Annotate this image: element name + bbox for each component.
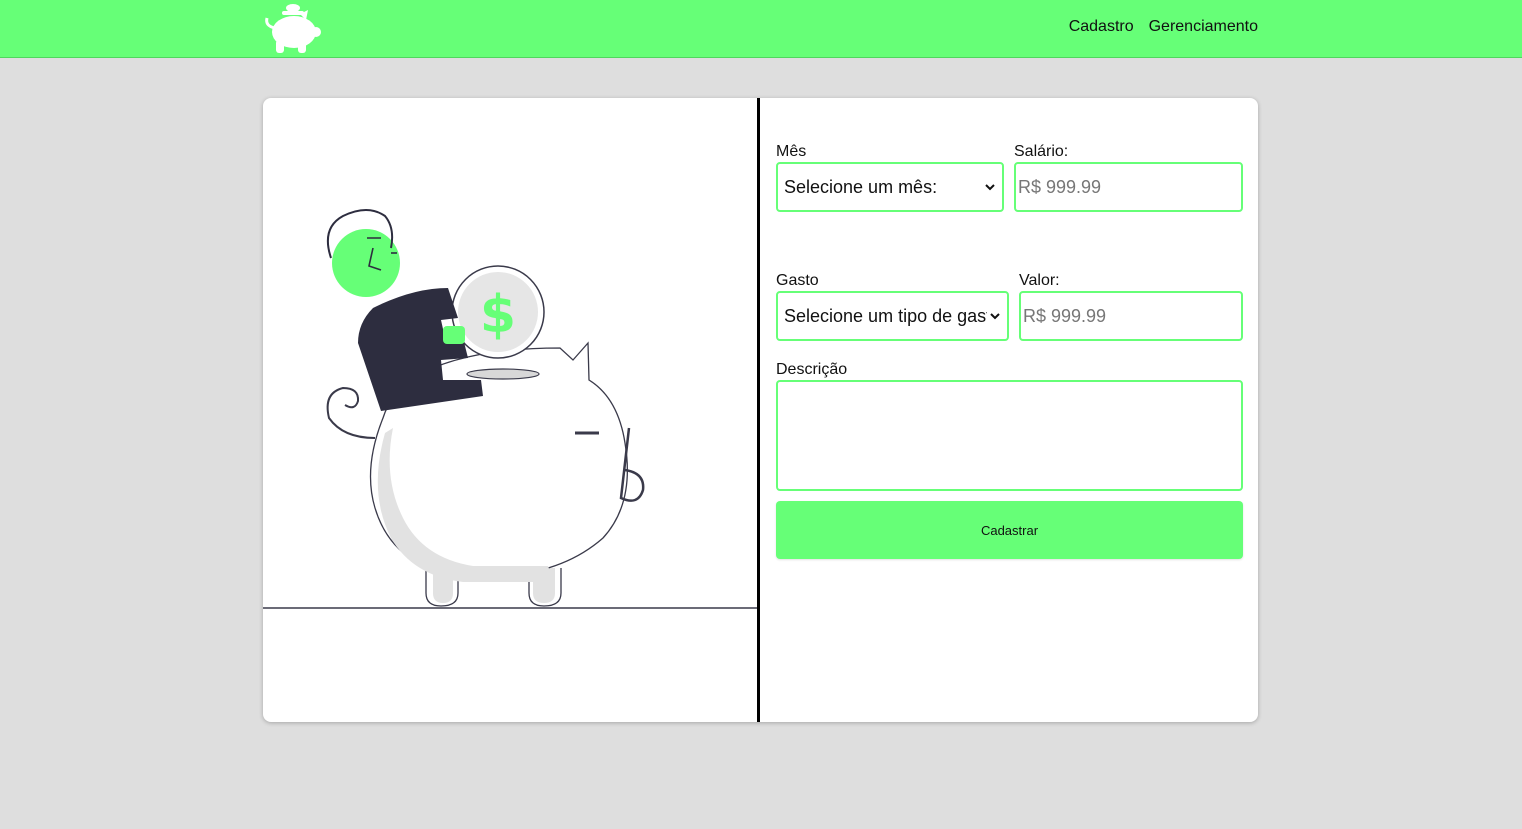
person-saving-money-illustration: $	[263, 209, 757, 609]
month-select[interactable]: Selecione um mês:	[776, 162, 1004, 212]
expense-type-select[interactable]: Selecione um tipo de gasto	[776, 291, 1009, 341]
vertical-divider	[757, 98, 760, 722]
piggy-bank-icon[interactable]	[262, 2, 322, 54]
salary-label: Salário:	[1014, 143, 1069, 160]
expense-label: Gasto	[776, 272, 819, 289]
description-label: Descrição	[776, 361, 848, 378]
nav-link-gerenciamento[interactable]: Gerenciamento	[1149, 18, 1258, 36]
expense-form: Mês Selecione um mês: Salário: Gasto Sel…	[776, 98, 1243, 722]
dollar-sign-icon: $	[480, 285, 516, 345]
registration-card: $ Mês Selecione um mês: Salário: Gasto S…	[263, 98, 1258, 722]
expense-type-select-value: Selecione um tipo de gasto	[784, 305, 987, 326]
salary-input[interactable]	[1014, 162, 1243, 212]
value-label: Valor:	[1019, 272, 1060, 289]
main-nav: Cadastro Gerenciamento	[1069, 18, 1258, 36]
value-input[interactable]	[1019, 291, 1243, 341]
month-select-value: Selecione um mês:	[784, 176, 938, 197]
submit-button[interactable]: Cadastrar	[776, 501, 1243, 559]
month-label: Mês	[776, 143, 807, 160]
nav-link-cadastro[interactable]: Cadastro	[1069, 18, 1134, 36]
chevron-down-icon	[990, 313, 1000, 320]
chevron-down-icon	[985, 184, 995, 191]
description-textarea[interactable]	[776, 380, 1243, 491]
top-navbar: Cadastro Gerenciamento	[0, 0, 1522, 58]
